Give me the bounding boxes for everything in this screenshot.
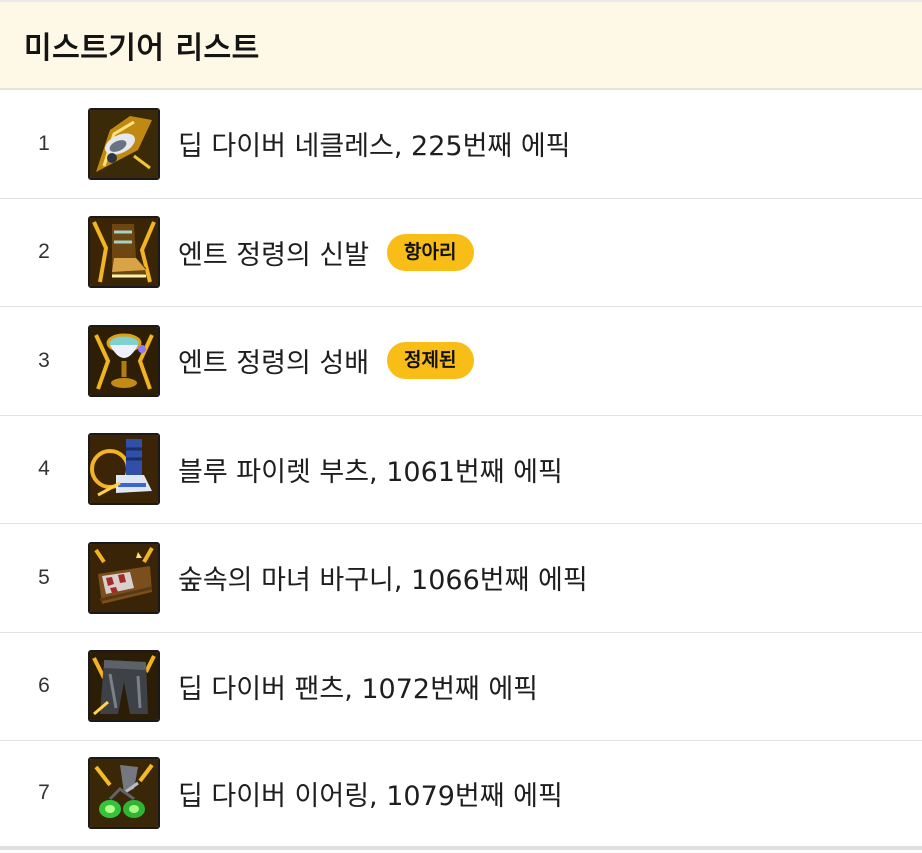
item-name: 엔트 정령의 성배 <box>178 348 370 380</box>
basket-icon <box>88 541 160 614</box>
pirate-boots-icon <box>88 433 160 506</box>
item-name: 블루 파이렛 부츠, 1061번째 에픽 <box>178 456 563 488</box>
item-rank: 5 <box>38 565 50 589</box>
list-title: 미스트기어 리스트 <box>24 31 260 66</box>
earring-icon <box>88 757 160 830</box>
item-name: 딥 다이버 팬츠, 1072번째 에픽 <box>178 673 539 705</box>
item-badge: 항아리 <box>387 233 474 271</box>
list-item[interactable]: 1 딥 다이버 네클레스, 225번째 에픽 <box>0 90 922 199</box>
item-name: 딥 다이버 네클레스, 225번째 에픽 <box>178 131 571 163</box>
list-item[interactable]: 6 딥 다이버 팬츠, 1072번째 에픽 <box>0 633 922 741</box>
list-header: 미스트기어 리스트 <box>0 2 922 90</box>
item-rank: 1 <box>38 131 50 155</box>
item-name: 숲속의 마녀 바구니, 1066번째 에픽 <box>178 565 588 597</box>
item-rank: 7 <box>38 781 50 805</box>
necklace-icon <box>88 107 160 180</box>
chalice-icon <box>88 324 160 397</box>
list-item[interactable]: 2 엔트 정령의 신발 항아리 <box>0 199 922 307</box>
list-item[interactable]: 3 엔트 정령의 성배 정제된 <box>0 307 922 416</box>
list-item[interactable]: 4 블루 파이렛 부츠, 1061번째 에픽 <box>0 416 922 524</box>
boots-icon <box>88 216 160 289</box>
item-badge: 정제된 <box>387 342 474 380</box>
item-rank: 4 <box>38 457 50 481</box>
list-item[interactable]: 7 딥 다이버 이어링, 1079번째 에픽 <box>0 741 922 850</box>
item-rank: 3 <box>38 348 50 372</box>
item-name: 딥 다이버 이어링, 1079번째 에픽 <box>178 780 563 812</box>
item-list: 1 딥 다이버 네클레스, 225번째 에픽 2 엔트 정령의 신발 항아리 3… <box>0 90 922 850</box>
item-rank: 6 <box>38 674 50 698</box>
pants-icon <box>88 650 160 723</box>
list-item[interactable]: 5 숲속의 마녀 바구니, 1066번째 에픽 <box>0 524 922 633</box>
item-name: 엔트 정령의 신발 <box>178 239 370 271</box>
item-rank: 2 <box>38 240 50 264</box>
mistgear-list-panel: 미스트기어 리스트 1 딥 다이버 네클레스, 225번째 에픽 2 엔트 정령… <box>0 0 922 853</box>
